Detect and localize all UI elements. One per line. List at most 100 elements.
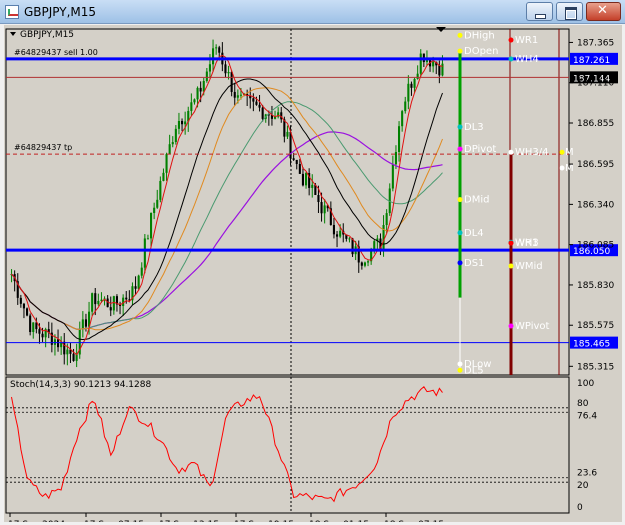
candle-body — [419, 53, 422, 74]
candle-body — [339, 230, 342, 237]
stoch-tick-label: 100 — [577, 379, 594, 389]
weekly-level-label: WMid — [515, 261, 543, 272]
far-level-label: M — [565, 147, 574, 158]
candle-body — [19, 297, 22, 304]
candle-body — [404, 101, 407, 112]
candle-body — [218, 47, 221, 53]
candle-body — [298, 163, 301, 174]
candle-body — [286, 131, 289, 137]
candle-body — [150, 213, 153, 239]
candle-body — [81, 319, 84, 329]
candle-body — [91, 293, 94, 312]
candle-body — [336, 234, 339, 237]
candle-body — [41, 333, 44, 338]
daily-level-marker — [457, 197, 463, 203]
daily-level-marker — [457, 32, 463, 38]
daily-level-marker — [457, 367, 463, 373]
candle-body — [29, 315, 32, 333]
candle-body — [196, 87, 199, 100]
time-tick-label: 17 Sep 19:15 — [234, 520, 294, 522]
candle-body — [227, 72, 230, 74]
candle-body — [348, 238, 351, 240]
daily-level-label: DPivot — [464, 144, 496, 155]
stoch-label: Stoch(14,3,3) 90.1213 94.1288 — [10, 380, 151, 390]
candle-body — [236, 95, 239, 98]
candle-body — [301, 173, 304, 186]
candle-body — [162, 172, 165, 181]
candle-body — [258, 104, 261, 108]
time-tick-label: 18 Sep 07:15 — [384, 520, 444, 522]
price-tag-label: 187.261 — [573, 56, 610, 66]
candle-body — [57, 339, 60, 348]
candle-body — [363, 262, 366, 266]
candle-body — [84, 319, 87, 327]
candle-body — [53, 339, 56, 345]
candle-body — [94, 293, 97, 305]
chart-window-icon — [5, 5, 19, 19]
candle-body — [224, 64, 227, 74]
far-level-marker — [559, 165, 565, 171]
candle-body — [66, 349, 69, 355]
candle-body — [398, 126, 401, 153]
minimize-button[interactable] — [526, 2, 553, 21]
candle-body — [215, 47, 218, 49]
weekly-level-marker — [508, 240, 514, 246]
candle-body — [413, 78, 416, 88]
candle-body — [171, 142, 174, 145]
weekly-level-marker — [508, 37, 514, 43]
far-level-label: M — [565, 163, 574, 174]
candle-body — [202, 80, 205, 92]
price-tick-label: 187.110 — [577, 79, 614, 89]
price-tick-label: 185.830 — [577, 281, 614, 291]
candle-body — [385, 213, 388, 226]
daily-level-label: DOpen — [464, 46, 498, 57]
candle-body — [112, 296, 115, 311]
candle-body — [255, 101, 258, 105]
price-tick-label: 186.855 — [577, 119, 614, 129]
candle-body — [199, 87, 202, 92]
candle-body — [153, 207, 156, 214]
weekly-level-label: WH3/4 — [515, 147, 549, 158]
title-bar[interactable]: GBPJPY,M15 — [0, 0, 625, 24]
candle-body — [239, 94, 242, 96]
close-button[interactable] — [586, 2, 621, 21]
candle-body — [233, 91, 236, 98]
order-line-label: #64829437 tp — [14, 143, 72, 152]
daily-level-label: DL3 — [464, 122, 484, 133]
candle-body — [407, 83, 410, 102]
candle-body — [360, 262, 363, 266]
candle-body — [97, 300, 100, 305]
weekly-level-label: WH4 — [515, 54, 539, 65]
daily-level-marker — [457, 361, 463, 367]
terminal-window: GBPJPY,M15 GBPJPY,M15 #64829437 sell 1.00… — [0, 0, 625, 525]
candle-body — [193, 99, 196, 103]
candle-body — [22, 303, 25, 309]
candle-body — [168, 144, 171, 155]
candle-body — [295, 159, 298, 164]
candle-body — [146, 238, 149, 240]
candle-body — [332, 224, 335, 235]
price-tick-label: 186.595 — [577, 160, 614, 170]
price-tick-label: 186.340 — [577, 200, 614, 210]
order-line-label: #64829437 sell 1.00 — [14, 48, 98, 57]
candle-body — [391, 164, 394, 189]
candle-body — [230, 72, 233, 92]
weekly-level-label: WR1 — [515, 238, 538, 249]
candle-body — [320, 202, 323, 214]
maximize-button[interactable] — [556, 2, 583, 21]
price-tag-label: 185.465 — [573, 340, 610, 350]
price-chart[interactable]: GBPJPY,M15 #64829437 sell 1.00 187.261 187.… — [4, 25, 622, 522]
candle-body — [134, 286, 137, 289]
chart-canvas[interactable]: GBPJPY,M15 #64829437 sell 1.00 187.261 187.… — [4, 25, 622, 522]
price-tick-label: 185.575 — [577, 321, 614, 331]
candle-body — [323, 205, 326, 214]
candle-body — [140, 267, 143, 276]
time-tick-label: 17 Sep 2024 — [8, 520, 65, 522]
candle-body — [311, 184, 314, 188]
time-tick-label: 17 Sep 13:15 — [159, 520, 219, 522]
candle-body — [26, 308, 29, 316]
candle-body — [109, 307, 112, 311]
daily-level-marker — [457, 48, 463, 54]
symbol-label: GBPJPY,M15 — [20, 30, 74, 40]
weekly-level-marker — [508, 263, 514, 269]
